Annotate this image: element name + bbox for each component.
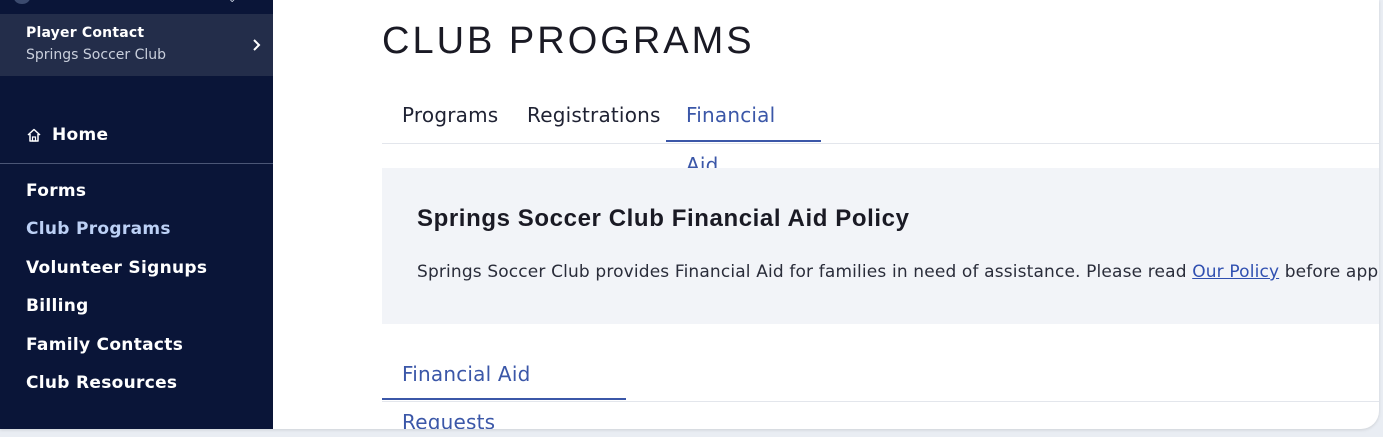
policy-text: Springs Soccer Club provides Financial A…: [417, 262, 1379, 282]
sidebar-top-cutoff: ⌄: [0, 0, 273, 14]
sidebar-item-label: Home: [52, 125, 109, 145]
tab-registrations[interactable]: Registrations: [507, 90, 666, 142]
policy-text-after: before applying.: [1284, 262, 1379, 282]
tab-bar: Programs Registrations Financial Aid: [382, 90, 1379, 177]
contact-club: Springs Soccer Club: [26, 47, 167, 63]
sidebar-item-family-contacts[interactable]: Family Contacts: [26, 331, 207, 369]
policy-heading: Springs Soccer Club Financial Aid Policy: [417, 205, 910, 232]
sidebar-divider: [0, 163, 273, 164]
contact-role: Player Contact: [26, 25, 145, 41]
contact-switcher[interactable]: Player Contact Springs Soccer Club: [0, 14, 273, 76]
financial-aid-policy-panel: Springs Soccer Club Financial Aid Policy…: [382, 168, 1379, 324]
home-icon: [27, 128, 41, 142]
sidebar: ⌄ Player Contact Springs Soccer Club Hom…: [0, 0, 273, 429]
app-window: ⌄ Player Contact Springs Soccer Club Hom…: [0, 0, 1379, 429]
sidebar-item-club-resources[interactable]: Club Resources: [26, 369, 207, 407]
sidebar-item-billing[interactable]: Billing: [26, 292, 207, 330]
chevron-down-icon: ⌄: [228, 0, 236, 5]
main-content: CLUB PROGRAMS Programs Registrations Fin…: [273, 0, 1379, 429]
sidebar-item-home[interactable]: Home: [26, 122, 108, 148]
page-title: CLUB PROGRAMS: [382, 20, 755, 62]
chevron-right-icon: [253, 39, 261, 51]
sidebar-item-club-programs[interactable]: Club Programs: [26, 215, 207, 253]
policy-text-before: Springs Soccer Club provides Financial A…: [417, 262, 1193, 282]
tab-financial-aid[interactable]: Financial Aid: [666, 90, 821, 177]
avatar: [14, 0, 30, 4]
sidebar-item-forms[interactable]: Forms: [26, 177, 207, 215]
tab-financial-aid-requests[interactable]: Financial Aid Requests: [382, 350, 626, 429]
sidebar-item-volunteer-signups[interactable]: Volunteer Signups: [26, 254, 207, 292]
our-policy-link[interactable]: Our Policy: [1192, 262, 1279, 282]
subtab-bar: Financial Aid Requests: [382, 350, 1379, 429]
tab-programs[interactable]: Programs: [382, 90, 507, 142]
sidebar-nav: Forms Club Programs Volunteer Signups Bi…: [26, 177, 207, 407]
